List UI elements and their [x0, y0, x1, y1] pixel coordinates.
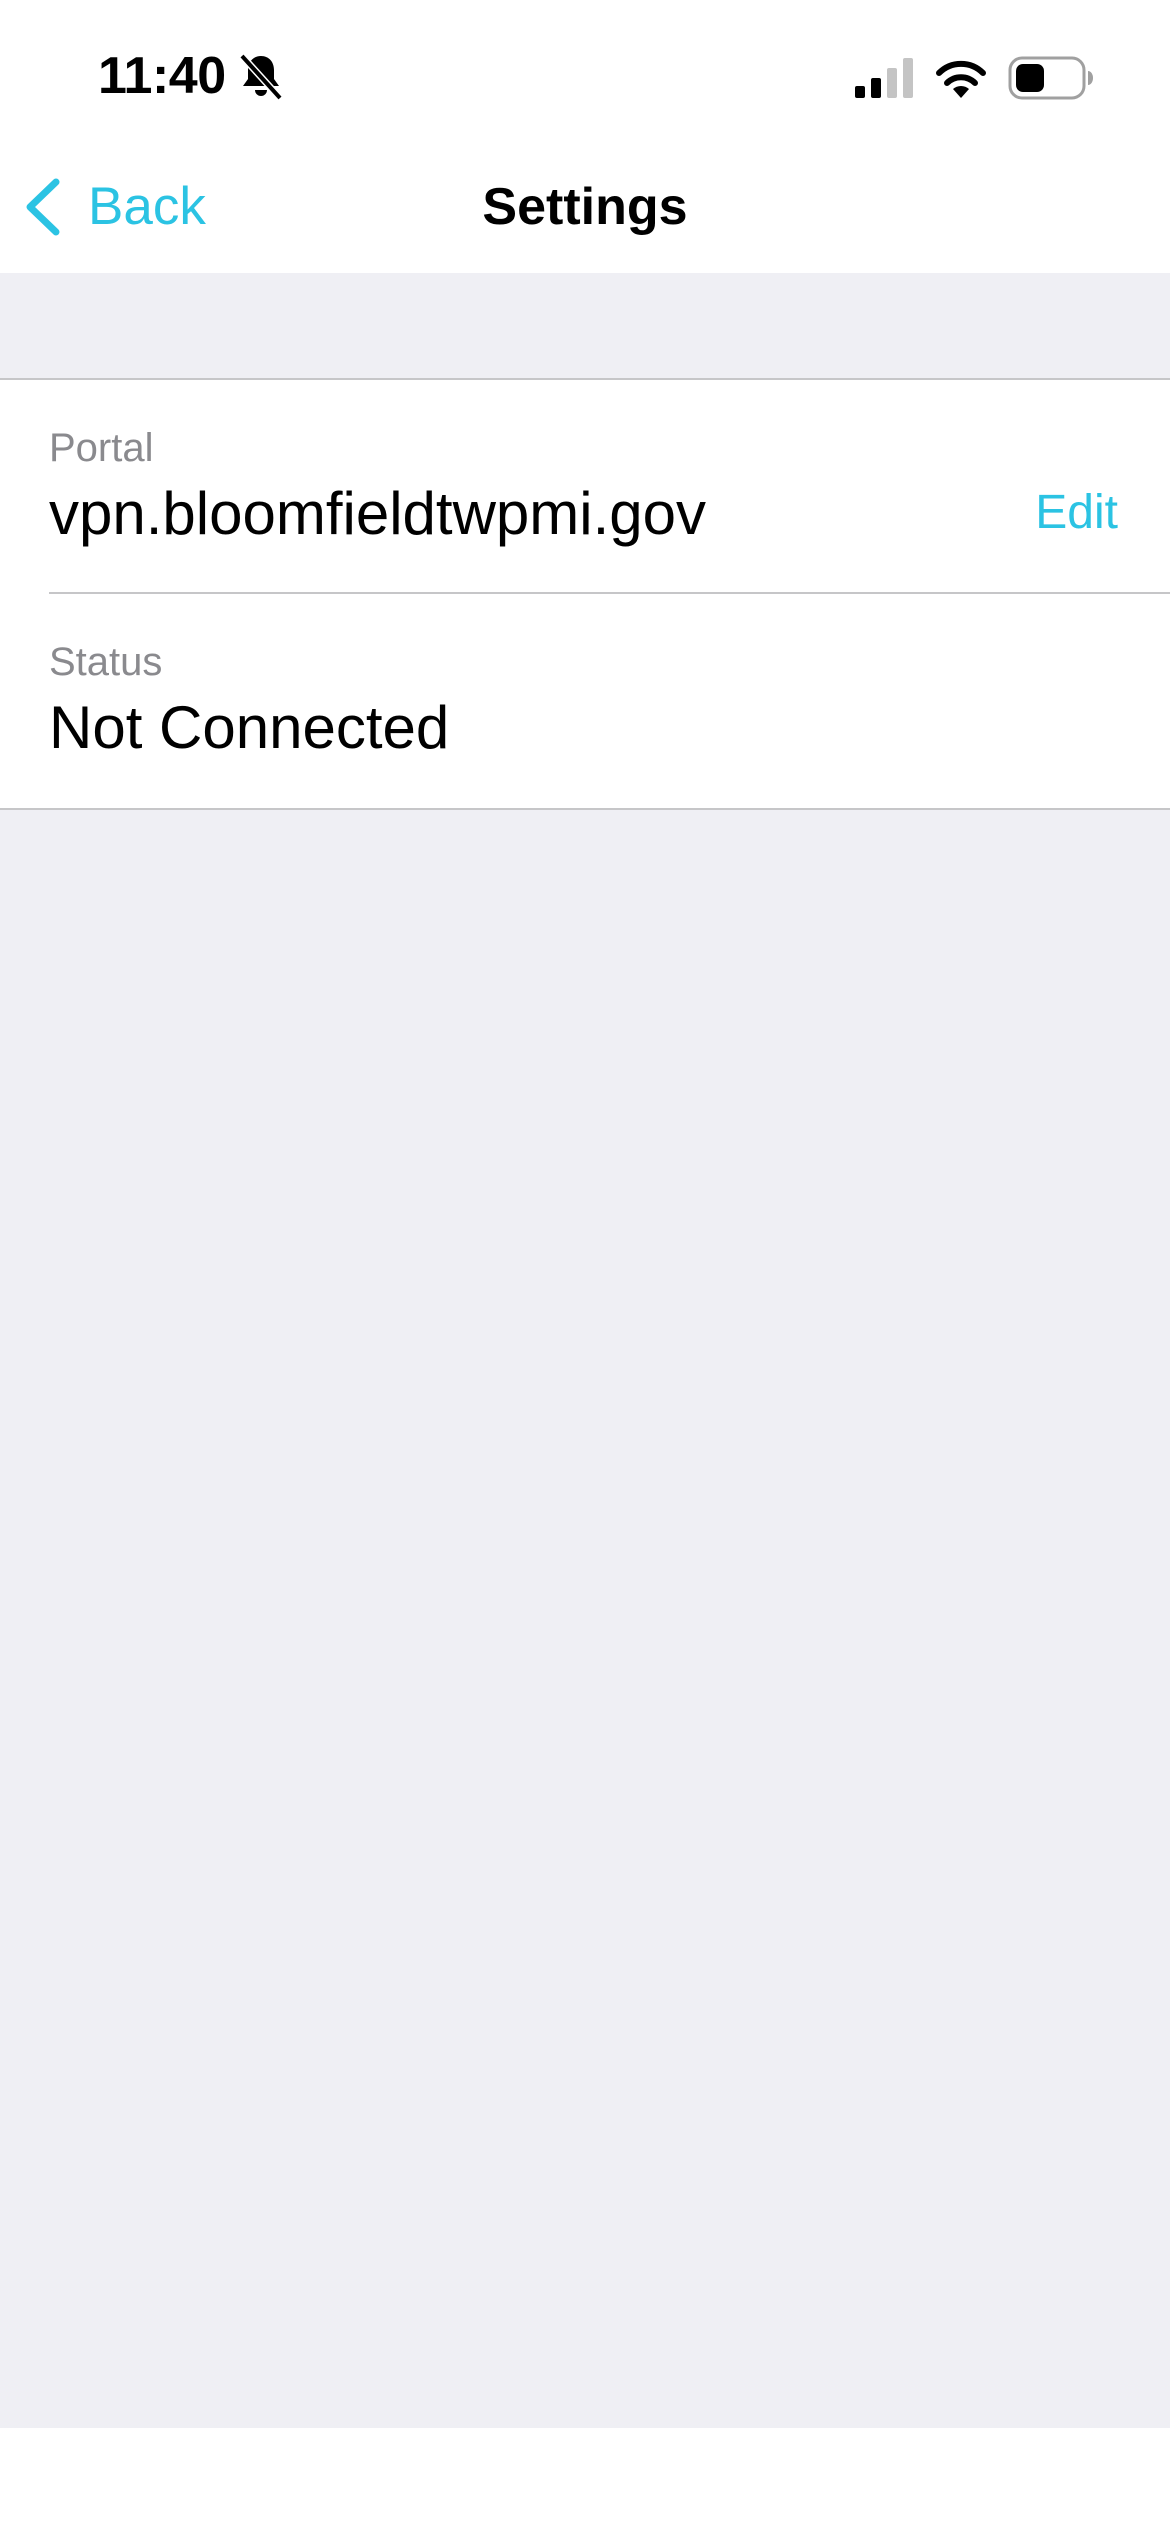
portal-cell: Portal vpn.bloomfieldtwpmi.gov Edit — [0, 380, 1170, 594]
home-indicator-area — [0, 2428, 1170, 2532]
chevron-left-icon — [26, 178, 60, 236]
battery-icon — [1008, 56, 1093, 100]
status-time: 11:40 — [98, 47, 226, 105]
back-label: Back — [88, 177, 206, 236]
status-caption: Status — [49, 640, 163, 684]
status-cell: Status Not Connected — [0, 594, 1170, 808]
edit-portal-button[interactable]: Edit — [1035, 478, 1118, 548]
wifi-icon — [936, 60, 986, 98]
settings-content: Portal vpn.bloomfieldtwpmi.gov Edit Stat… — [0, 273, 1170, 2428]
status-value: Not Connected — [49, 694, 450, 761]
settings-screen: 11:40 Settings Back Portal vpn.bloomfiel… — [0, 0, 1170, 2532]
signal-icon — [855, 58, 913, 98]
bell-slash-icon — [239, 53, 283, 101]
back-button[interactable]: Back — [22, 172, 206, 242]
settings-group: Portal vpn.bloomfieldtwpmi.gov Edit Stat… — [0, 378, 1170, 810]
status-bar: 11:40 — [0, 0, 1170, 140]
portal-value: vpn.bloomfieldtwpmi.gov — [49, 480, 706, 547]
navigation-bar: Settings Back — [0, 140, 1170, 273]
portal-caption: Portal — [49, 426, 154, 470]
